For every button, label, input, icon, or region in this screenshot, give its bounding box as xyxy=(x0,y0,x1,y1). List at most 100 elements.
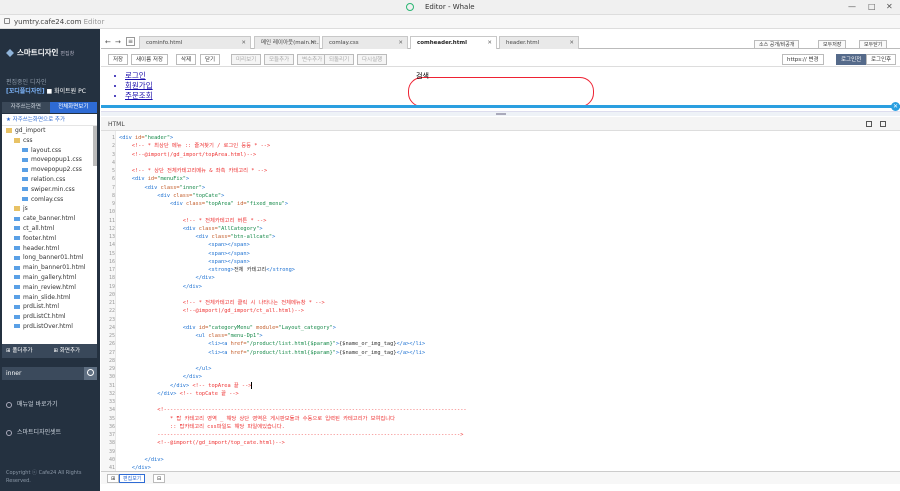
address-bar[interactable]: yumtry.cafe24.com Editor xyxy=(0,15,900,29)
edit-view-button[interactable]: 편집보기 xyxy=(119,474,146,483)
file-search-input[interactable] xyxy=(2,367,84,380)
tree-item[interactable]: prdListCt.html xyxy=(2,312,97,322)
tree-item[interactable]: comlay.css xyxy=(2,195,97,205)
tree-item[interactable]: swiper.min.css xyxy=(2,185,97,195)
tab-favorites[interactable]: 자주쓰는화면 xyxy=(2,102,50,113)
code-line[interactable]: </div> xyxy=(119,283,202,291)
code-line[interactable]: </div> <!-- topArea 끝 --> xyxy=(119,381,253,390)
code-line[interactable]: <!--------------------------------------… xyxy=(119,406,466,414)
after-login-button[interactable]: 로그인후 xyxy=(866,54,897,65)
code-line[interactable]: </div> xyxy=(119,464,151,471)
code-line[interactable]: <!-- * 상단 전체카테고리메뉴 & 좌측 카테고리 * --> xyxy=(119,167,267,175)
add-module-button[interactable]: 모듈추가 xyxy=(264,54,295,65)
maximize-button[interactable]: □ xyxy=(868,2,876,11)
code-line[interactable]: <!-- * 전체카테고리 버튼 * --> xyxy=(119,217,267,225)
code-editor[interactable]: 1 2 3 4 5 6 7 8 9 10 11 12 13 14 15 16 17 18 19 20 21 22 23 24 2… xyxy=(101,131,900,471)
tree-item[interactable]: prdListOver.html xyxy=(2,322,97,332)
code-line[interactable]: <div class="btn-allcate"> xyxy=(119,233,276,241)
tree-item[interactable]: header.html xyxy=(2,244,97,254)
code-line[interactable]: </div> xyxy=(119,456,164,464)
fullscreen-icon[interactable] xyxy=(866,121,872,127)
close-all-button[interactable]: 모두닫기 xyxy=(859,40,888,49)
code-line[interactable]: <!--@import(/gd_import/topArea.html)--> xyxy=(119,151,256,159)
source-visibility-button[interactable]: 소스 공개/비공개 xyxy=(754,40,800,49)
code-line[interactable]: <span></span> xyxy=(119,250,249,258)
tree-item[interactable]: main_review.html xyxy=(2,283,97,293)
code-line[interactable]: <li><a href="/product/list.html{$param}"… xyxy=(119,349,425,357)
code-line[interactable]: <!--@import(/gd_import/ct_all.html)--> xyxy=(119,307,304,315)
tree-item[interactable]: main_slide.html xyxy=(2,293,97,303)
url-text[interactable]: yumtry.cafe24.com Editor xyxy=(14,18,104,26)
save-as-button[interactable]: 새이름 저장 xyxy=(131,54,169,65)
minimize-button[interactable]: — xyxy=(848,2,856,11)
tab-all-screens[interactable]: 전체화면보기 xyxy=(49,102,97,113)
code-line[interactable]: <!-- * 최상단 메뉴 :: 즐겨찾기 / 로그인 등등 * --> xyxy=(119,142,270,150)
tree-item[interactable]: gd_import xyxy=(2,126,97,136)
file-tab[interactable]: 메인 레이아웃(main.ht... ✕ xyxy=(254,36,320,49)
add-favorite-link[interactable]: ★ 자주쓰는화면으로 추가 xyxy=(2,114,97,126)
close-window-button[interactable]: ✕ xyxy=(886,2,893,11)
split-view-icon[interactable]: ⊞ xyxy=(107,474,120,483)
code-line[interactable]: <li><a href="/product/list.html{$param}"… xyxy=(119,340,425,348)
tree-item[interactable]: footer.html xyxy=(2,234,97,244)
tree-item[interactable]: main_gallery.html xyxy=(2,273,97,283)
save-all-button[interactable]: 모두저장 xyxy=(818,40,847,49)
code-line[interactable]: <!-- * 전체카테고리 클릭 시 나타나는 전체메뉴창 * --> xyxy=(119,299,325,307)
redo-button[interactable]: 다시실행 xyxy=(357,54,388,65)
tree-item[interactable]: cate_banner.html xyxy=(2,214,97,224)
save-button[interactable]: 저장 xyxy=(108,54,129,65)
code-line[interactable]: </div> xyxy=(119,373,202,381)
code-line[interactable]: * 탑 카테고리 영역 _ 해당 상단 영역은 게시판모듈과 수동으로 입력된 … xyxy=(119,415,395,423)
code-line[interactable]: <span></span> xyxy=(119,241,249,249)
login-link[interactable]: 로그인 xyxy=(125,71,153,81)
preview-button[interactable]: 미리보기 xyxy=(231,54,262,65)
close-preview-icon[interactable]: ✕ xyxy=(891,102,900,111)
code-line[interactable]: <div class="topCate"> xyxy=(119,192,224,200)
file-tab[interactable]: comlay.css ✕ xyxy=(322,36,408,49)
smartdesign-link[interactable]: 스마트디자인셋트 xyxy=(6,427,61,436)
code-line[interactable]: ----------------------------------------… xyxy=(119,431,463,439)
https-change-button[interactable]: https:// 변경 xyxy=(782,54,824,65)
tree-item[interactable]: movepopup1.css xyxy=(2,155,97,165)
close-button[interactable]: 닫기 xyxy=(200,54,221,65)
order-lookup-link[interactable]: 주문조회 xyxy=(125,91,153,101)
tab-list-icon[interactable]: ≡ xyxy=(126,37,136,46)
code-line[interactable]: <div id="header"> xyxy=(119,134,173,142)
design-name[interactable]: [꼬디플디자인] ■ 화이트원 PC xyxy=(6,86,86,95)
expand-icon[interactable] xyxy=(880,121,886,127)
code-line[interactable]: <!--@import(/gd_import/top_cate.html)--> xyxy=(119,439,285,447)
tree-scrollbar[interactable] xyxy=(93,126,97,166)
preview-search-box[interactable] xyxy=(408,77,594,107)
tree-item[interactable]: long_banner01.html xyxy=(2,253,97,263)
code-line[interactable]: <div class="inner"> xyxy=(119,184,206,192)
add-folder-button[interactable]: ⊞ 폴더추가 xyxy=(2,344,50,358)
tree-item[interactable]: ct_all.html xyxy=(2,224,97,234)
resize-grip-icon[interactable] xyxy=(496,113,506,115)
code-line[interactable]: <div id="categoryMenu" module="Layout_ca… xyxy=(119,324,336,332)
close-tab-icon[interactable]: ✕ xyxy=(487,37,492,49)
back-icon[interactable]: ← xyxy=(105,38,111,46)
close-tab-icon[interactable]: ✕ xyxy=(398,37,403,49)
file-tab[interactable]: header.html ✕ xyxy=(499,36,579,49)
tree-item[interactable]: css xyxy=(2,136,97,146)
code-line[interactable]: <strong>전체 카테고리</strong> xyxy=(119,266,295,274)
search-icon[interactable] xyxy=(84,367,97,380)
tree-item[interactable]: js xyxy=(2,204,97,214)
join-link[interactable]: 회원가입 xyxy=(125,81,153,91)
code-line[interactable]: <span></span> xyxy=(119,258,249,266)
forward-icon[interactable]: → xyxy=(115,38,121,46)
code-line[interactable]: <div id="menuFix"> xyxy=(119,175,189,183)
close-tab-icon[interactable]: ✕ xyxy=(310,37,315,49)
close-tab-icon[interactable]: ✕ xyxy=(569,37,574,49)
code-line[interactable]: </ul> xyxy=(119,365,212,373)
code-line[interactable]: </div> xyxy=(119,274,215,282)
delete-button[interactable]: 삭제 xyxy=(176,54,197,65)
file-tab[interactable]: cominfo.html ✕ xyxy=(139,36,251,49)
tree-item[interactable]: movepopup2.css xyxy=(2,165,97,175)
code-line[interactable]: <div class="topArea" id="fixed_menu"> xyxy=(119,200,288,208)
file-tab[interactable]: comheader.html ✕ xyxy=(410,36,497,49)
tree-item[interactable]: relation.css xyxy=(2,175,97,185)
close-tab-icon[interactable]: ✕ xyxy=(241,37,246,49)
code-view-icon[interactable]: ⊟ xyxy=(153,474,166,483)
panel-resizer[interactable] xyxy=(101,111,900,116)
